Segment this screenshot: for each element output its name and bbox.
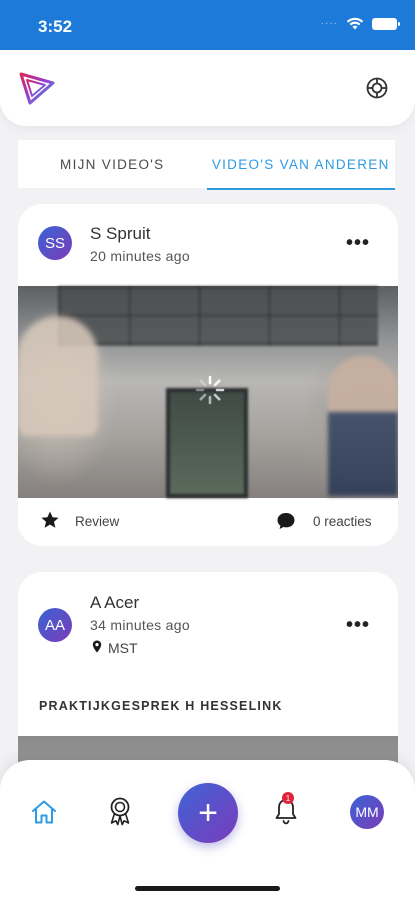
home-icon[interactable] xyxy=(30,798,58,826)
post-author: A Acer xyxy=(90,593,140,612)
signal-icon: ···· xyxy=(320,18,338,29)
battery-icon xyxy=(372,17,400,30)
video-frame-person-right xyxy=(328,356,398,496)
add-video-button[interactable]: + xyxy=(178,783,238,843)
avatar[interactable]: AA xyxy=(38,608,72,642)
wifi-icon xyxy=(346,17,364,30)
video-post-card[interactable]: SS S Spruit 20 minutes ago ••• Review 0 … xyxy=(18,204,398,546)
video-frame-person-left xyxy=(18,316,98,436)
tab-my-videos[interactable]: MIJN VIDEO'S xyxy=(18,140,207,188)
post-location: MST xyxy=(108,640,138,656)
more-options-button[interactable]: ••• xyxy=(346,232,370,255)
more-options-button[interactable]: ••• xyxy=(346,614,370,637)
post-time: 34 minutes ago xyxy=(90,617,190,633)
video-frame-ceiling xyxy=(58,286,378,346)
notification-badge: 1 xyxy=(282,792,294,804)
post-title: PRAKTIJKGESPREK H HESSELINK xyxy=(39,699,283,713)
star-icon[interactable] xyxy=(40,510,60,530)
globe-settings-icon[interactable] xyxy=(365,76,389,100)
award-icon[interactable] xyxy=(106,796,134,826)
location-pin-icon xyxy=(92,640,102,653)
review-label[interactable]: Review xyxy=(75,514,119,529)
post-time: 20 minutes ago xyxy=(90,248,190,264)
video-thumbnail[interactable] xyxy=(18,286,398,498)
home-indicator xyxy=(135,886,280,891)
status-bar: 3:52 ···· xyxy=(0,0,415,50)
loading-spinner-icon xyxy=(195,375,225,405)
post-author: S Spruit xyxy=(90,224,151,243)
comment-icon[interactable] xyxy=(276,511,296,531)
tab-others-videos[interactable]: VIDEO'S VAN ANDEREN xyxy=(206,140,396,190)
avatar[interactable]: SS xyxy=(38,226,72,260)
post-footer: Review 0 reacties xyxy=(18,498,398,546)
bottom-navigation: + 1 MM xyxy=(0,760,415,900)
status-time: 3:52 xyxy=(38,17,73,36)
app-header xyxy=(0,50,415,126)
app-logo-icon[interactable] xyxy=(18,70,56,106)
video-tabs: MIJN VIDEO'S VIDEO'S VAN ANDEREN xyxy=(18,140,396,190)
profile-avatar-button[interactable]: MM xyxy=(350,795,384,829)
comments-count[interactable]: 0 reacties xyxy=(313,514,372,529)
status-icons: ···· xyxy=(320,17,400,30)
